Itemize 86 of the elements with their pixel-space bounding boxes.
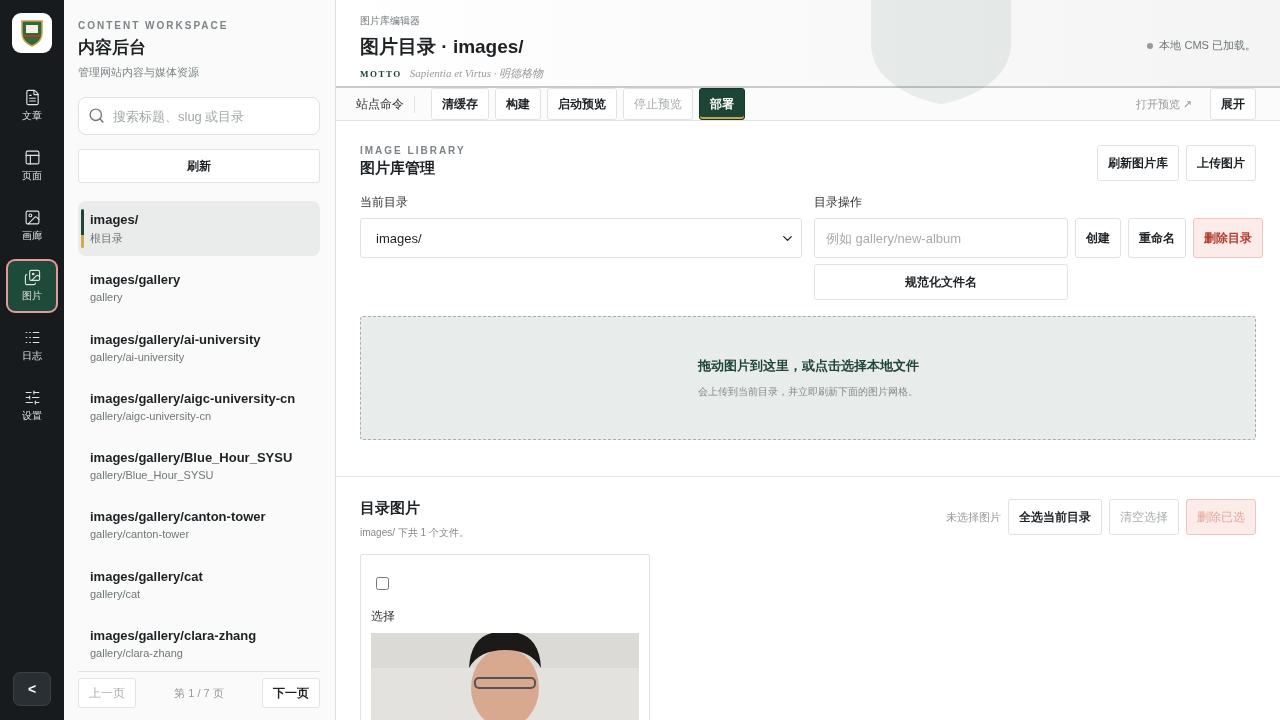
images-icon <box>23 269 41 286</box>
nav-item[interactable]: 日志 <box>6 319 58 373</box>
field-label: 目录操作 <box>814 194 863 211</box>
nav-label: 画廊 <box>22 229 42 243</box>
directory-item[interactable]: images/gallery/canton-tower gallery/canton-tower <box>78 497 320 553</box>
directory-item[interactable]: images/gallery/ai-university gallery/ai-university <box>78 319 320 375</box>
nav-item[interactable]: 文章 <box>6 79 58 133</box>
nav-label: 页面 <box>22 169 42 183</box>
command-button[interactable]: 构建 <box>495 88 541 120</box>
selection-button[interactable]: 全选当前目录 <box>1008 499 1102 535</box>
drop-zone-hint: 会上传到当前目录，并立即刷新下面的图片网格。 <box>698 385 918 399</box>
nav-label: 图片 <box>22 289 42 303</box>
library-action-button[interactable]: 上传图片 <box>1186 145 1256 181</box>
directory-name: gallery <box>90 291 124 304</box>
directory-button[interactable]: 重命名 <box>1128 218 1186 258</box>
library-action-button[interactable]: 刷新图片库 <box>1097 145 1179 181</box>
list-icon <box>23 329 41 346</box>
command-label: 站点命令 <box>356 95 415 113</box>
selection-status: 未选择图片 <box>946 509 1001 525</box>
section-title: 目录图片 <box>360 499 421 518</box>
drop-zone[interactable]: 拖动图片到这里，或点击选择本地文件 会上传到当前目录，并立即刷新下面的图片网格。 <box>360 316 1256 440</box>
motto-label: MOTTO <box>360 69 402 79</box>
nav-item[interactable]: 页面 <box>6 139 58 193</box>
directory-name-field[interactable]: 例如 gallery/new-album <box>814 218 1068 258</box>
directory-path: images/ <box>90 211 140 227</box>
directory-item[interactable]: images/gallery gallery <box>78 260 320 316</box>
motto-text: Sapientia et Virtus · 明德格物 <box>409 66 544 81</box>
refresh-button[interactable]: 刷新 <box>78 149 320 183</box>
directory-button[interactable]: 创建 <box>1075 218 1121 258</box>
layout-icon <box>23 149 41 166</box>
expand-button[interactable]: 展开 <box>1210 88 1256 120</box>
directory-path: images/gallery <box>90 272 182 288</box>
directory-name: gallery/Blue_Hour_SYSU <box>90 469 215 482</box>
image-icon <box>23 209 41 226</box>
command-button[interactable]: 启动预览 <box>547 88 617 120</box>
normalize-button[interactable]: 规范化文件名 <box>814 264 1068 300</box>
status-text: 本地 CMS 已加载。 <box>1147 38 1256 72</box>
command-button[interactable]: 部署 <box>699 88 745 120</box>
directory-path: images/gallery/ai-university <box>90 331 262 347</box>
directory-path: images/gallery/aigc-university-cn <box>90 390 297 406</box>
nav-item[interactable]: 图片 <box>6 259 58 313</box>
breadcrumb: 图片库编辑器 <box>360 14 421 28</box>
directory-name: gallery/clara-zhang <box>90 646 184 659</box>
nav-label: 设置 <box>22 409 42 423</box>
logo[interactable] <box>12 13 52 53</box>
sidebar-subtitle: 管理网站内容与媒体资源 <box>78 65 200 80</box>
document-icon <box>23 89 41 106</box>
directory-select[interactable]: images/ <box>360 218 802 258</box>
directory-item[interactable]: images/ 根目录 <box>78 201 320 257</box>
nav-item[interactable]: 画廊 <box>6 199 58 253</box>
directory-name: gallery/ai-university <box>90 350 186 363</box>
directory-name: gallery/aigc-university-cn <box>90 409 213 422</box>
directory-path: images/gallery/canton-tower <box>90 509 267 525</box>
directory-button[interactable]: 删除目录 <box>1193 218 1263 258</box>
select-checkbox[interactable] <box>376 577 389 590</box>
directory-name: 根目录 <box>90 230 124 246</box>
nav-item[interactable]: 设置 <box>6 379 58 433</box>
directory-name: gallery/canton-tower <box>90 528 191 541</box>
search-icon <box>88 107 105 124</box>
collapse-button[interactable]: < <box>13 672 51 706</box>
directory-item[interactable]: images/gallery/clara-zhang gallery/clara-zhang <box>78 615 320 671</box>
directory-path: images/gallery/cat <box>90 568 204 584</box>
directory-item[interactable]: images/gallery/Blue_Hour_SYSU gallery/Blue_Hour_SYSU <box>78 438 320 494</box>
sidebar-title: 内容后台 <box>78 37 147 59</box>
page-indicator: 第 1 / 7 页 <box>174 685 224 701</box>
directory-item[interactable]: images/gallery/aigc-university-cn gallery/aigc-university-cn <box>78 378 320 434</box>
directory-path: images/gallery/Blue_Hour_SYSU <box>90 450 294 466</box>
section-eyebrow: IMAGE LIBRARY <box>360 145 466 156</box>
drop-zone-title: 拖动图片到这里，或点击选择本地文件 <box>697 357 919 375</box>
crest-icon <box>20 19 44 47</box>
nav-label: 日志 <box>22 349 42 363</box>
nav-label: 文章 <box>22 109 42 123</box>
field-label: 当前目录 <box>360 194 409 211</box>
directory-name: gallery/cat <box>90 587 142 600</box>
page-title: 图片目录 · images/ <box>360 35 525 59</box>
selection-bar <box>81 209 84 249</box>
select-label: 选择 <box>371 608 396 625</box>
search-field[interactable]: 搜索标题、slug 或目录 <box>78 97 320 135</box>
next-page-button[interactable]: 下一页 <box>262 678 320 708</box>
directory-path: images/gallery/clara-zhang <box>90 627 258 643</box>
sidebar-eyebrow: CONTENT WORKSPACE <box>78 20 230 31</box>
section-title: 图片库管理 <box>360 159 436 178</box>
directory-item[interactable]: images/gallery/cat gallery/cat <box>78 556 320 612</box>
file-summary: images/ 下共 1 个文件。 <box>360 526 469 540</box>
settings-icon <box>23 389 41 406</box>
command-button[interactable]: 清缓存 <box>431 88 489 120</box>
